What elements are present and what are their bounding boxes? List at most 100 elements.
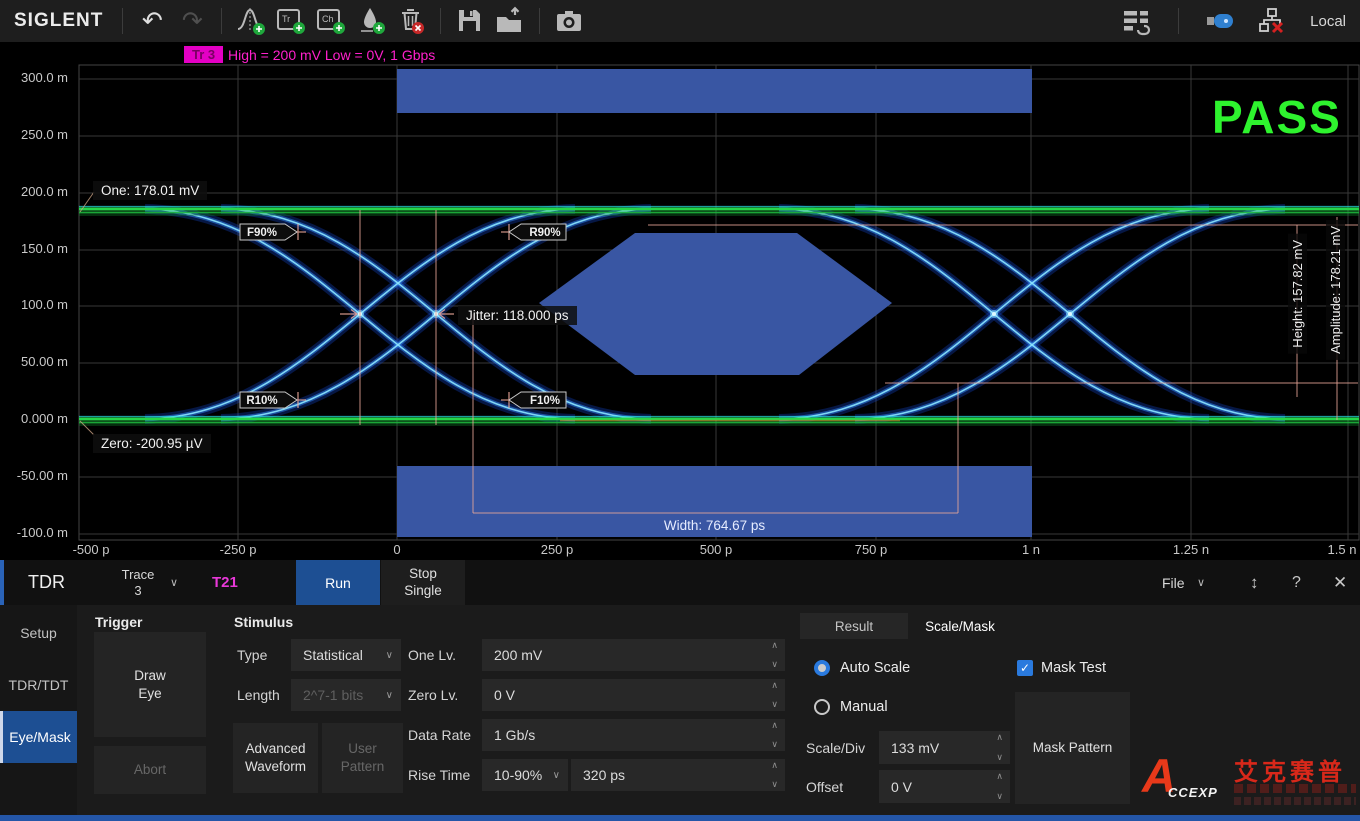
app-title: TDR <box>28 560 65 605</box>
tab-result[interactable]: Result <box>800 613 908 639</box>
redo-icon[interactable]: ↷ <box>174 4 210 38</box>
advanced-waveform-button[interactable]: Advanced Waveform <box>233 723 318 793</box>
screenshot-icon[interactable] <box>551 4 587 38</box>
mask-center-hexagon <box>539 233 892 375</box>
delete-icon[interactable] <box>393 4 429 38</box>
stimulus-group-title: Stimulus <box>234 614 293 630</box>
mask-test-checkbox[interactable]: ✓ <box>1017 660 1033 676</box>
one-level-annotation: One: 178.01 mV <box>93 181 207 200</box>
chevron-down-icon[interactable]: ∨ <box>1197 560 1205 605</box>
toolbar-right: Local <box>1117 4 1346 38</box>
rise-time-ref-dropdown[interactable]: 10-90%∨ <box>482 759 568 791</box>
x-axis-tick: 1 n <box>991 542 1071 557</box>
spinner-control[interactable]: ∧∨ <box>996 772 1003 801</box>
window-bottom-border <box>0 815 1360 821</box>
spinner-control[interactable]: ∧∨ <box>771 761 778 789</box>
manual-label[interactable]: Manual <box>840 699 888 715</box>
rise-time-input[interactable]: 320 ps ∧∨ <box>571 759 785 791</box>
add-waveform-icon[interactable] <box>233 4 269 38</box>
user-pattern-button[interactable]: User Pattern <box>322 723 403 793</box>
auto-scale-radio[interactable] <box>814 660 830 676</box>
logo-subtext-strip <box>1234 784 1356 793</box>
marker-label-f90: F90% <box>247 227 277 239</box>
network-error-icon[interactable] <box>1254 4 1290 38</box>
trace-settings-text: High = 200 mV Low = 0V, 1 Gbps <box>228 47 435 63</box>
spinner-control[interactable]: ∧∨ <box>771 681 778 709</box>
layout-link-icon[interactable] <box>1119 4 1155 38</box>
svg-text:Ch: Ch <box>322 14 334 24</box>
offset-label: Offset <box>806 779 843 795</box>
toolbar-separator <box>1178 8 1179 34</box>
width-annotation: Width: 764.67 ps <box>632 518 797 533</box>
sidebar-item-setup[interactable]: Setup <box>0 607 77 659</box>
connection-status[interactable]: Local <box>1310 13 1346 30</box>
trace-id-label[interactable]: T21 <box>212 560 238 605</box>
marker-label-f10: F10% <box>530 395 560 407</box>
help-icon[interactable]: ? <box>1292 560 1301 605</box>
undo-icon[interactable]: ↶ <box>134 4 170 38</box>
usb-icon[interactable] <box>1202 4 1238 38</box>
scale-div-input[interactable]: 133 mV ∧∨ <box>879 731 1010 764</box>
data-rate-input[interactable]: 1 Gb/s ∧∨ <box>482 719 785 751</box>
y-axis-tick: 50.00 m <box>4 354 68 369</box>
sidebar-item-eye-mask[interactable]: Eye/Mask <box>0 711 77 763</box>
sidebar-item-tdr-tdt[interactable]: TDR/TDT <box>0 659 77 711</box>
mask-test-result: PASS <box>1212 90 1342 144</box>
add-channel-icon[interactable]: Ch <box>313 4 349 38</box>
data-rate-label: Data Rate <box>408 727 471 743</box>
close-icon[interactable]: ✕ <box>1333 560 1347 605</box>
chevron-down-icon: ∨ <box>553 770 560 781</box>
spinner-control[interactable]: ∧∨ <box>996 733 1003 762</box>
stop-single-button[interactable]: Stop Single <box>381 560 465 605</box>
add-marker-icon[interactable] <box>353 4 389 38</box>
toolbar-separator <box>122 8 123 34</box>
x-axis-tick: 750 p <box>831 542 911 557</box>
chevron-down-icon: ∨ <box>386 650 393 661</box>
y-axis-tick: 100.0 m <box>4 297 68 312</box>
x-axis-tick: -250 p <box>198 542 278 557</box>
zero-level-input[interactable]: 0 V ∧∨ <box>482 679 785 711</box>
save-icon[interactable] <box>452 4 488 38</box>
x-axis-tick: 500 p <box>676 542 756 557</box>
chevron-down-icon[interactable]: ∨ <box>170 560 178 605</box>
x-axis-tick: 1.25 n <box>1151 542 1231 557</box>
resize-icon[interactable]: ↕ <box>1250 560 1259 605</box>
mask-pattern-button[interactable]: Mask Pattern <box>1015 692 1130 804</box>
toolbar-separator <box>539 8 540 34</box>
tab-scale-mask[interactable]: Scale/Mask <box>908 613 1012 639</box>
x-axis-tick: 0 <box>357 542 437 557</box>
one-level-input[interactable]: 200 mV ∧∨ <box>482 639 785 671</box>
manual-radio[interactable] <box>814 699 830 715</box>
type-dropdown[interactable]: Statistical∨ <box>291 639 401 671</box>
main-toolbar: SIGLENT ↶ ↷ Tr Ch <box>0 0 1360 42</box>
marker-label-r10: R10% <box>246 395 277 407</box>
trace-badge[interactable]: Tr 3 <box>184 46 223 63</box>
auto-scale-label[interactable]: Auto Scale <box>840 660 910 676</box>
mask-regions <box>397 69 1032 537</box>
file-menu[interactable]: File <box>1162 560 1185 605</box>
spinner-control[interactable]: ∧∨ <box>771 641 778 669</box>
length-dropdown[interactable]: 2^7-1 bits∨ <box>291 679 401 711</box>
abort-button[interactable]: Abort <box>94 746 206 794</box>
accexp-logo-text: CCEXP <box>1168 785 1218 800</box>
accexp-logo: A CCEXP 艾克赛普 <box>1142 752 1357 812</box>
logo-url-strip <box>1234 797 1356 805</box>
length-label: Length <box>237 687 280 703</box>
y-axis-tick: 300.0 m <box>4 70 68 85</box>
draw-eye-button[interactable]: Draw Eye <box>94 632 206 737</box>
x-axis-tick: 1.5 n <box>1302 542 1360 557</box>
y-axis-tick: -50.00 m <box>4 468 68 483</box>
rise-time-label: Rise Time <box>408 767 470 783</box>
jitter-annotation: Jitter: 118.000 ps <box>458 306 577 325</box>
mask-test-label[interactable]: Mask Test <box>1041 660 1106 676</box>
y-axis-tick: 0.000 m <box>4 411 68 426</box>
spinner-control[interactable]: ∧∨ <box>771 721 778 749</box>
run-button[interactable]: Run <box>296 560 380 605</box>
x-axis-tick: 250 p <box>517 542 597 557</box>
trace-selector[interactable]: Trace 3 <box>110 560 166 605</box>
open-icon[interactable] <box>492 4 528 38</box>
panel-sidebar: Setup TDR/TDT Eye/Mask <box>0 605 77 815</box>
offset-input[interactable]: 0 V ∧∨ <box>879 770 1010 803</box>
trigger-group-title: Trigger <box>95 614 142 630</box>
add-trace-icon[interactable]: Tr <box>273 4 309 38</box>
